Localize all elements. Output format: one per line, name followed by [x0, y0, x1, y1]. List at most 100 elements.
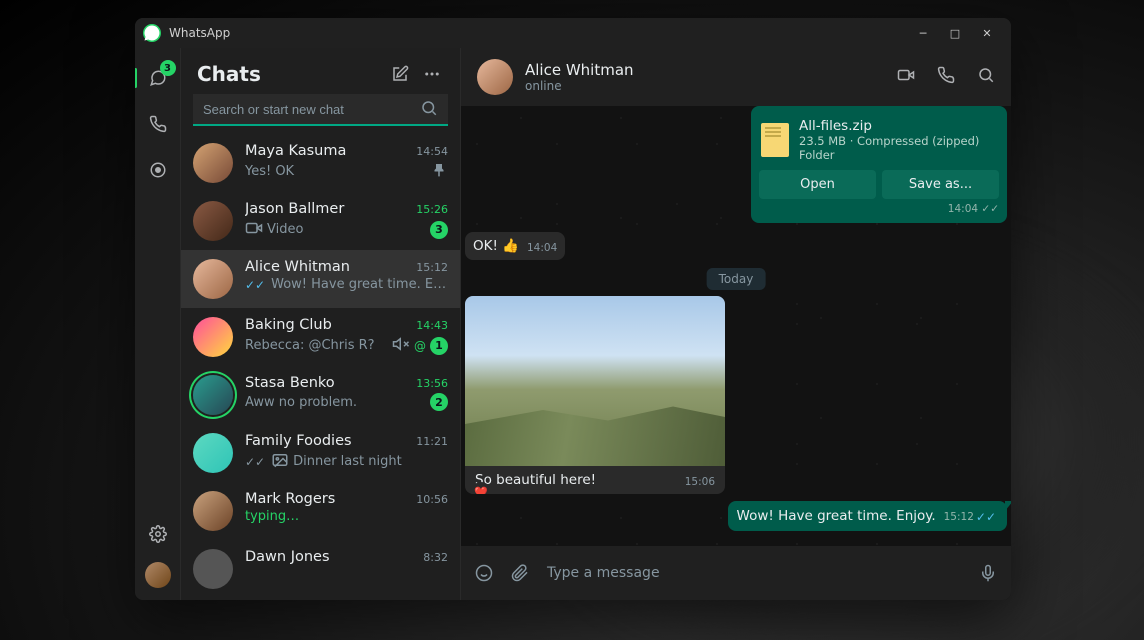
chat-preview: Aww no problem. — [245, 395, 426, 410]
chat-time: 11:21 — [416, 435, 448, 448]
message-incoming-image[interactable]: So beautiful here! 15:06 ❤️ — [465, 296, 725, 494]
unread-badge: 1 — [430, 337, 448, 355]
chat-time: 13:56 — [416, 377, 448, 390]
rail-settings-icon[interactable] — [146, 522, 170, 546]
read-ticks-icon: ✓✓ — [976, 510, 996, 524]
message-outgoing-file[interactable]: All-files.zip 23.5 MB · Compressed (zipp… — [751, 106, 1007, 223]
video-call-icon[interactable] — [897, 66, 915, 88]
chat-list: Maya Kasuma14:54 Yes! OK Jason Ballmer15… — [181, 134, 460, 600]
chat-preview: Video — [267, 222, 426, 237]
avatar — [193, 201, 233, 241]
mic-icon[interactable] — [979, 564, 997, 582]
message-incoming-text[interactable]: OK! 👍 14:04 — [465, 232, 565, 260]
chat-time: 10:56 — [416, 493, 448, 506]
search-input[interactable] — [203, 102, 420, 117]
chat-time: 14:54 — [416, 145, 448, 158]
contact-status: online — [525, 79, 885, 93]
avatar — [193, 433, 233, 473]
chat-name: Dawn Jones — [245, 549, 423, 565]
chats-panel: Chats — [181, 48, 461, 600]
msg-time: 15:12✓✓ — [944, 510, 998, 524]
avatar — [193, 549, 233, 589]
maximize-button[interactable]: □ — [939, 19, 971, 47]
attach-icon[interactable] — [511, 564, 529, 582]
voice-call-icon[interactable] — [937, 66, 955, 88]
avatar — [193, 375, 233, 415]
conversation-panel: Alice Whitman online All-files.zip 23.5 … — [461, 48, 1011, 600]
unread-badge: 3 — [430, 221, 448, 239]
composer-input[interactable]: Type a message — [547, 565, 961, 581]
chat-item-mark[interactable]: Mark Rogers10:56 typing… — [181, 482, 460, 540]
message-composer: Type a message — [461, 546, 1011, 600]
close-button[interactable]: ✕ — [971, 19, 1003, 47]
read-ticks-icon: ✓✓ — [245, 455, 265, 469]
search-box[interactable] — [193, 94, 448, 126]
chat-name: Maya Kasuma — [245, 143, 416, 159]
messages-area[interactable]: All-files.zip 23.5 MB · Compressed (zipp… — [461, 106, 1011, 546]
chat-preview: typing… — [245, 509, 448, 524]
chat-item-stasa[interactable]: Stasa Benko13:56 Aww no problem. 2 — [181, 366, 460, 424]
chat-item-maya[interactable]: Maya Kasuma14:54 Yes! OK — [181, 134, 460, 192]
chat-item-alice[interactable]: Alice Whitman15:12 ✓✓ Wow! Have great tim… — [181, 250, 460, 308]
emoji-icon[interactable] — [475, 564, 493, 582]
conversation-header[interactable]: Alice Whitman online — [461, 48, 1011, 106]
photo-icon — [271, 451, 289, 472]
search-in-chat-icon[interactable] — [977, 66, 995, 88]
chat-name: Stasa Benko — [245, 375, 416, 391]
chat-time: 15:26 — [416, 203, 448, 216]
app-logo-icon — [143, 24, 161, 42]
chat-preview: Dinner last night — [293, 454, 448, 469]
chat-name: Jason Ballmer — [245, 201, 416, 217]
app-title: WhatsApp — [169, 26, 230, 40]
avatar — [193, 259, 233, 299]
chat-time: 14:43 — [416, 319, 448, 332]
avatar — [193, 317, 233, 357]
mention-icon: @ — [414, 339, 426, 353]
rail-calls-icon[interactable] — [146, 112, 170, 136]
message-outgoing-text[interactable]: Wow! Have great time. Enjoy. 15:12✓✓ — [728, 501, 1007, 531]
contact-name: Alice Whitman — [525, 61, 885, 79]
chat-item-jason[interactable]: Jason Ballmer15:26 Video 3 — [181, 192, 460, 250]
chat-item-dawn[interactable]: Dawn Jones8:32 — [181, 540, 460, 598]
titlebar: WhatsApp ─ □ ✕ — [135, 18, 1011, 48]
msg-time: 14:04 — [527, 242, 557, 254]
rail-chats-badge: 3 — [160, 60, 176, 76]
left-rail: 3 — [135, 48, 181, 600]
chat-name: Mark Rogers — [245, 491, 416, 507]
msg-time: 14:04 ✓✓ — [759, 203, 999, 215]
message-image[interactable] — [465, 296, 725, 466]
rail-profile-avatar[interactable] — [145, 562, 171, 588]
msg-text: Wow! Have great time. Enjoy. — [737, 508, 936, 524]
unread-badge: 2 — [430, 393, 448, 411]
date-divider: Today — [707, 268, 766, 290]
pin-icon — [430, 161, 448, 182]
zip-file-icon — [761, 123, 789, 157]
chat-name: Alice Whitman — [245, 259, 416, 275]
search-icon — [420, 99, 438, 120]
image-caption: So beautiful here! — [475, 472, 685, 488]
chat-preview: Wow! Have great time. Enjoy. — [271, 277, 448, 292]
msg-text: OK! 👍 — [473, 238, 519, 254]
chats-title: Chats — [197, 62, 380, 86]
chats-more-icon[interactable] — [420, 62, 444, 86]
chat-preview: Rebecca: @Chris R? — [245, 338, 388, 353]
msg-time: 15:06 — [685, 476, 715, 488]
app-window: WhatsApp ─ □ ✕ 3 — [135, 18, 1011, 600]
chat-name: Family Foodies — [245, 433, 416, 449]
rail-chats-icon[interactable]: 3 — [146, 66, 170, 90]
file-meta: 23.5 MB · Compressed (zipped) Folder — [799, 134, 997, 162]
avatar — [193, 143, 233, 183]
read-ticks-icon: ✓✓ — [245, 278, 265, 292]
file-name: All-files.zip — [799, 118, 997, 134]
chat-item-foodies[interactable]: Family Foodies11:21 ✓✓ Dinner last night — [181, 424, 460, 482]
file-open-button[interactable]: Open — [759, 170, 876, 199]
avatar — [477, 59, 513, 95]
chat-preview: Yes! OK — [245, 164, 426, 179]
chat-time: 15:12 — [416, 261, 448, 274]
rail-status-icon[interactable] — [146, 158, 170, 182]
new-chat-icon[interactable] — [388, 62, 412, 86]
file-saveas-button[interactable]: Save as... — [882, 170, 999, 199]
minimize-button[interactable]: ─ — [907, 19, 939, 47]
video-icon — [245, 219, 263, 240]
chat-item-baking[interactable]: Baking Club14:43 Rebecca: @Chris R? @ 1 — [181, 308, 460, 366]
